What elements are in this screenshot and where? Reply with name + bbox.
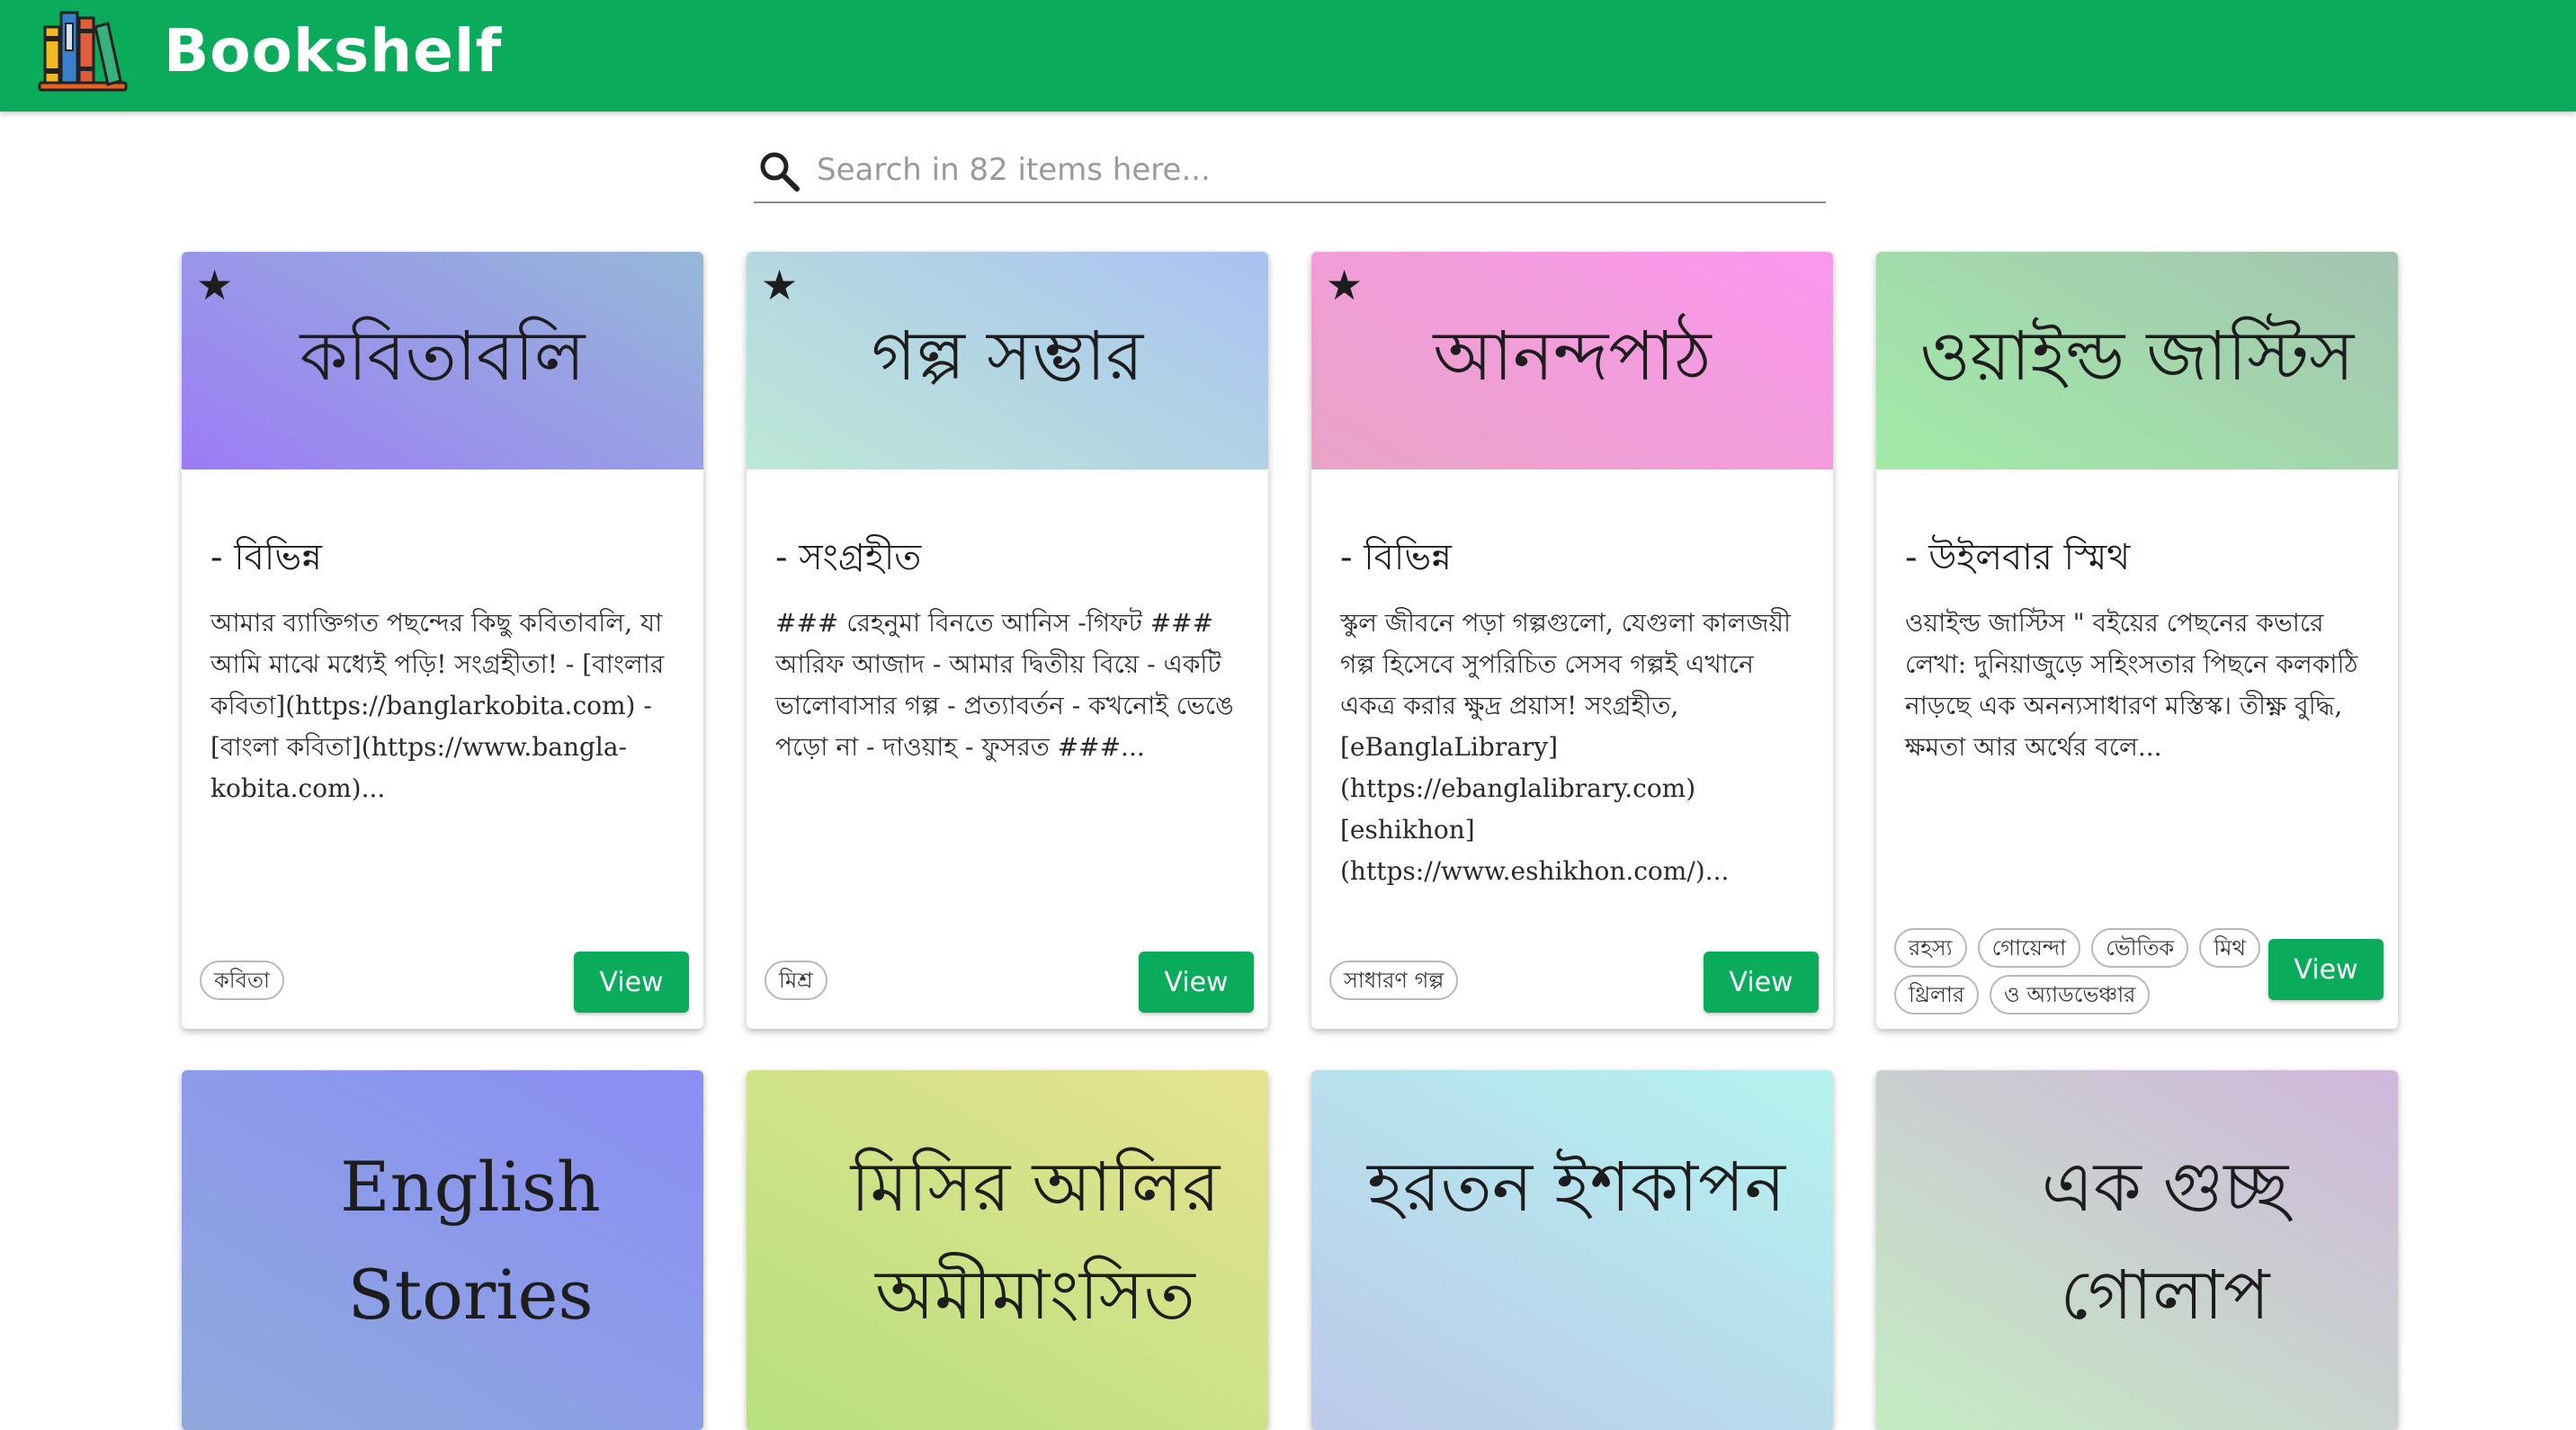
- book-card: গল্প সম্ভার ★ - সংগ্রহীত ### রেহনুমা বিন…: [747, 252, 1268, 1029]
- book-title: এক গুচ্ছ গোলাপ: [2041, 1147, 2289, 1335]
- tag-chip[interactable]: থ্রিলার: [1894, 975, 1980, 1014]
- tag-chip[interactable]: সাধারণ গল্প: [1329, 961, 1459, 1000]
- tag-list: মিশ্র: [765, 961, 1133, 1000]
- view-button[interactable]: View: [2268, 939, 2384, 1000]
- tag-chip[interactable]: মিথ: [2199, 928, 2260, 968]
- app-title: Bookshelf: [164, 16, 503, 85]
- tag-list: কবিতা: [200, 961, 568, 1000]
- search-icon: [760, 152, 800, 192]
- book-card: এক গুচ্ছ গোলাপ: [1876, 1070, 2398, 1430]
- tag-chip[interactable]: কবিতা: [200, 961, 284, 1000]
- book-title: মিসির আলির অমীমাংসিত: [850, 1147, 1221, 1335]
- book-author: - উইলবার স্মিথ: [1905, 537, 2131, 578]
- top-app-bar: Bookshelf: [0, 0, 2576, 112]
- book-title: ওয়াইল্ড জাস্টিস: [1919, 315, 2355, 396]
- book-description: স্কুল জীবনে পড়া গল্পগুলো, যেগুলা কালজয়…: [1340, 608, 1792, 886]
- tag-chip[interactable]: গোয়েন্দা: [1977, 928, 2081, 968]
- bookshelf-logo-icon: [38, 11, 128, 92]
- view-button[interactable]: View: [1139, 952, 1254, 1013]
- tag-list: রহস্য গোয়েন্দা ভৌতিক মিথ থ্রিলার ও অ্যা…: [1894, 928, 2263, 1014]
- book-card: ওয়াইল্ড জাস্টিস - উইলবার স্মিথ ওয়াইল্ড…: [1876, 252, 2398, 1029]
- book-description: ওয়াইল্ড জাস্টিস " বইয়ের পেছনের কভারে ল…: [1905, 608, 2358, 762]
- book-description: আমার ব্যাক্তিগত পছন্দের কিছু কবিতাবলি, য…: [210, 608, 665, 803]
- star-icon[interactable]: ★: [196, 264, 233, 306]
- book-title: English Stories: [340, 1147, 601, 1335]
- tag-chip[interactable]: ও অ্যাডভেঞ্চার: [1990, 975, 2151, 1014]
- tag-list: সাধারণ গল্প: [1329, 961, 1698, 1000]
- book-card: হরতন ইশকাপন: [1311, 1070, 1833, 1430]
- book-description: ### রেহনুমা বিনতে আনিস -গিফট ### আরিফ আজ…: [775, 608, 1234, 762]
- search-input[interactable]: [817, 146, 1806, 194]
- book-card: আনন্দপাঠ ★ - বিভিন্ন স্কুল জীবনে পড়া গল…: [1311, 252, 1833, 1029]
- book-title: আনন্দপাঠ: [1433, 315, 1712, 396]
- book-author: - বিভিন্ন: [210, 537, 323, 578]
- book-card: English Stories: [182, 1070, 703, 1430]
- star-icon[interactable]: ★: [1326, 264, 1363, 306]
- book-title: কবিতাবলি: [300, 315, 586, 396]
- tag-chip[interactable]: মিশ্র: [765, 961, 827, 1000]
- search-bar: [754, 137, 1826, 203]
- book-author: - বিভিন্ন: [1340, 537, 1453, 578]
- view-button[interactable]: View: [574, 952, 689, 1013]
- book-card: কবিতাবলি ★ - বিভিন্ন আমার ব্যাক্তিগত পছন…: [182, 252, 703, 1029]
- book-title: গল্প সম্ভার: [871, 315, 1144, 396]
- star-icon[interactable]: ★: [761, 264, 798, 306]
- tag-chip[interactable]: রহস্য: [1894, 928, 1967, 968]
- tag-chip[interactable]: ভৌতিক: [2091, 928, 2189, 968]
- book-title: হরতন ইশকাপন: [1367, 1147, 1785, 1227]
- book-author: - সংগ্রহীত: [775, 537, 922, 578]
- view-button[interactable]: View: [1704, 952, 1819, 1013]
- book-card: মিসির আলির অমীমাংসিত: [747, 1070, 1268, 1430]
